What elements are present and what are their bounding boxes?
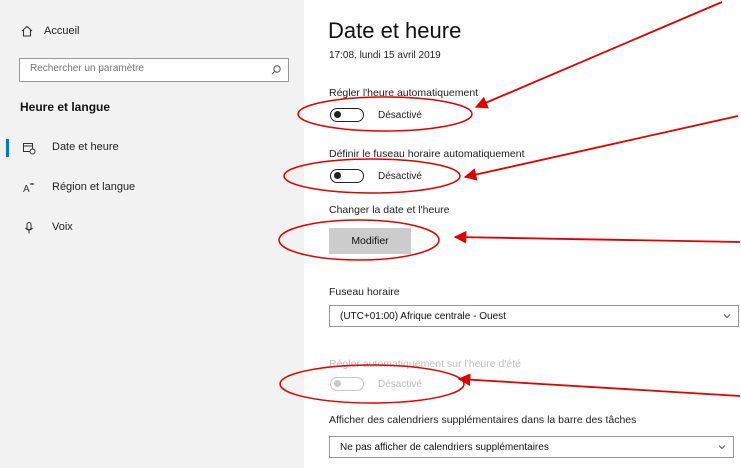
nav-home-label: Accueil [44, 25, 80, 37]
calendars-label: Afficher des calendriers supplémentaires… [329, 414, 637, 426]
settings-sidebar: Accueil Heure et langue Date et heure A … [0, 0, 304, 468]
timezone-value: (UTC+01:00) Afrique centrale - Ouest [340, 311, 506, 322]
home-icon [21, 25, 33, 37]
auto-time-toggle[interactable]: Désactivé [330, 107, 490, 123]
search-box[interactable] [19, 58, 289, 82]
nav-home[interactable]: Accueil [20, 24, 79, 38]
modify-button[interactable]: Modifier [329, 228, 411, 254]
toggle-knob [334, 111, 341, 118]
toggle-state: Désactivé [378, 109, 422, 121]
settings-content: Date et heure 17:08, lundi 15 avril 2019… [304, 0, 741, 468]
toggle-state: Désactivé [378, 170, 422, 182]
timezone-label: Fuseau horaire [329, 286, 400, 298]
search-input[interactable] [30, 63, 260, 74]
dst-toggle: Désactivé [330, 376, 490, 392]
page-title: Date et heure [328, 18, 462, 43]
sidebar-item-date-heure[interactable]: Date et heure [0, 137, 304, 159]
toggle-knob [334, 380, 341, 387]
calendars-value: Ne pas afficher de calendriers supplémen… [340, 442, 549, 453]
change-datetime-label: Changer la date et l'heure [329, 204, 450, 216]
current-datetime: 17:08, lundi 15 avril 2019 [329, 50, 441, 61]
chevron-down-icon [723, 314, 731, 319]
section-title: Heure et langue [20, 100, 111, 114]
toggle-switch[interactable] [330, 108, 364, 122]
microphone-icon [25, 222, 33, 234]
sidebar-item-label: Voix [52, 221, 73, 233]
auto-timezone-toggle[interactable]: Désactivé [330, 168, 490, 184]
sidebar-item-label: Date et heure [52, 141, 119, 153]
sidebar-item-region-langue[interactable]: A Région et langue [0, 177, 304, 199]
svg-text:A: A [23, 184, 30, 195]
toggle-state: Désactivé [378, 378, 422, 390]
calendars-select[interactable]: Ne pas afficher de calendriers supplémen… [329, 436, 734, 458]
selected-indicator [6, 139, 9, 157]
toggle-switch [330, 377, 364, 391]
chevron-down-icon [718, 445, 726, 450]
toggle-switch[interactable] [330, 169, 364, 183]
auto-time-label: Régler l'heure automatiquement [329, 87, 479, 99]
auto-timezone-label: Définir le fuseau horaire automatiquemen… [329, 148, 525, 160]
calendar-clock-icon [23, 143, 36, 155]
dst-label: Régler automatiquement sur l'heure d'été [329, 358, 521, 370]
timezone-select[interactable]: (UTC+01:00) Afrique centrale - Ouest [329, 305, 739, 327]
sidebar-item-label: Région et langue [52, 181, 136, 193]
language-icon: A [23, 183, 34, 195]
toggle-knob [334, 172, 341, 179]
search-icon[interactable] [270, 64, 282, 76]
sidebar-item-voix[interactable]: Voix [0, 217, 304, 239]
